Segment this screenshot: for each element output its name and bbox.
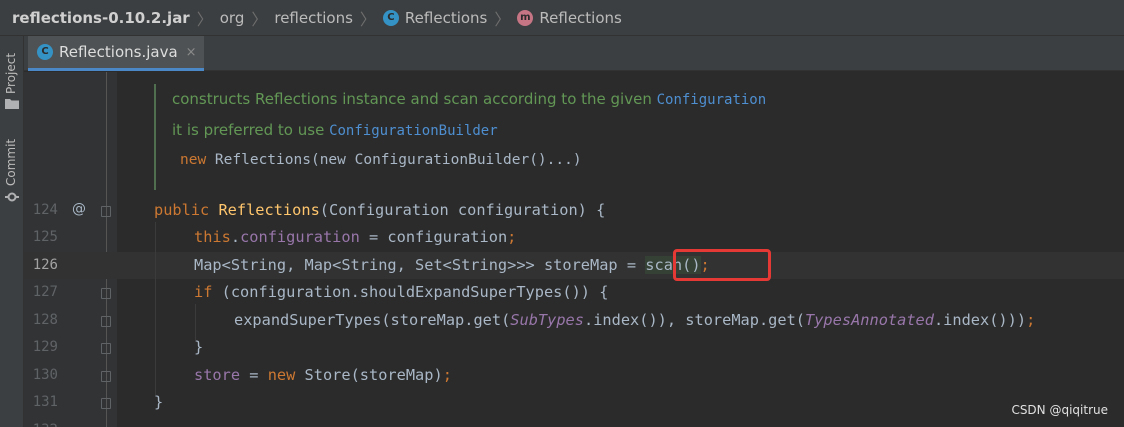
code-line-130: store = new Store(storeMap); [194,366,452,384]
commit-tool-label: Commit [4,138,18,186]
javadoc-text: it is preferred to use [172,121,330,139]
fold-marker-icon[interactable] [101,316,111,327]
commit-icon [5,192,19,202]
tab-label: Reflections.java [59,43,178,61]
code-text: expandSuperTypes(storeMap.get( [234,311,511,329]
line-number: 131 [32,394,58,410]
breadcrumb-item-reflections-pkg[interactable]: reflections [274,9,353,27]
breadcrumb-item-jar[interactable]: reflections-0.10.2.jar [12,9,190,27]
line-number: 132 [24,422,58,427]
breadcrumb-org-label: org [219,8,245,27]
breadcrumb-method-label: Reflections [539,8,622,27]
tool-window-stripe: Project Commit [0,36,24,427]
line-number: 128 [32,312,58,328]
line-number: 130 [32,367,58,383]
javadoc-bar [154,84,156,190]
project-tool-button[interactable]: Project [0,40,24,110]
code-text: = configuration [359,228,508,246]
chevron-right-icon: 〉 [196,9,213,29]
static-field-ref: TypesAnnotated [805,311,934,329]
keyword: new [267,366,305,384]
keyword: this [194,228,231,246]
javadoc-line: it is preferred to use ConfigurationBuil… [172,121,498,139]
breadcrumb: reflections-0.10.2.jar 〉 org 〉 reflectio… [0,0,1124,36]
code-line-126: Map<String, Map<String, Set<String>>> st… [194,256,710,274]
line-number: 124 [32,202,58,218]
code-line-127: if (configuration.shouldExpandSuperTypes… [194,283,608,301]
editor-tab-bar: C Reflections.java × [24,36,1124,71]
code-editor[interactable]: constructs Reflections instance and scan… [24,72,1124,427]
javadoc-text: constructs Reflections instance and scan… [172,90,657,108]
code-text: Map<String, Map<String, Set<String>>> st… [194,256,646,274]
code-text: = [240,366,268,384]
javadoc-code-example: new Reflections(new ConfigurationBuilder… [180,152,582,168]
breadcrumb-item-method[interactable]: m Reflections [517,8,622,27]
chevron-right-icon: 〉 [359,9,376,29]
line-number: 127 [32,284,58,300]
line-number: 129 [32,339,58,355]
javadoc-line: constructs Reflections instance and scan… [172,90,766,108]
code-text: (configuration.shouldExpandSuperTypes())… [221,283,609,301]
project-tool-label: Project [4,52,18,94]
semicolon: ; [442,366,452,384]
line-number: 126 [32,257,58,273]
indent-guide [195,304,196,340]
static-field-ref: SubTypes [510,311,584,329]
breadcrumb-item-org[interactable]: org [220,9,245,27]
keyword: if [194,283,222,301]
class-icon: C [37,44,53,60]
chevron-right-icon: 〉 [251,9,268,29]
code-line-131: } [154,393,164,411]
fold-marker-icon[interactable] [101,206,111,217]
method-icon: m [517,9,534,26]
chevron-right-icon: 〉 [494,9,511,29]
commit-tool-button[interactable]: Commit [0,132,24,208]
tab-reflections-java[interactable]: C Reflections.java × [28,36,204,71]
semicolon: ; [507,228,517,246]
code-text: .index())) [933,311,1027,329]
keyword: public [154,201,219,219]
semicolon: ; [1026,311,1036,329]
indent-guide [155,222,156,397]
breadcrumb-item-class[interactable]: C Reflections [382,8,488,27]
line-number: 125 [32,229,58,245]
fold-marker-icon[interactable] [101,398,111,409]
javadoc-code-text: Reflections(new ConfigurationBuilder()..… [206,152,582,168]
highlight-box [673,249,771,281]
code-line-129: } [194,338,204,356]
close-icon[interactable]: × [186,45,197,60]
code-text: Store(storeMap) [304,366,443,384]
code-line-128: expandSuperTypes(storeMap.get(SubTypes.i… [234,311,1035,329]
override-marker-icon[interactable]: @ [72,201,86,217]
fold-marker-icon[interactable] [101,371,111,382]
javadoc-link-configuration[interactable]: Configuration [657,92,767,108]
fold-marker-icon[interactable] [101,288,111,299]
javadoc-link-configuration-builder[interactable]: ConfigurationBuilder [329,123,498,139]
code-line-124: public Reflections(Configuration configu… [154,201,605,219]
keyword: new [180,152,207,168]
code-text: .index()), storeMap.get( [583,311,806,329]
breadcrumb-class-label: Reflections [404,8,488,27]
class-icon: C [382,9,399,26]
field-ref: store [194,366,241,384]
code-text: . [230,228,241,246]
folder-icon [5,99,19,109]
watermark: CSDN @qiqitrue [1011,403,1108,417]
breadcrumb-jar-label: reflections-0.10.2.jar [12,8,190,27]
breadcrumb-pkg-label: reflections [274,8,353,27]
code-text: (Configuration configuration) { [319,201,606,219]
code-line-125: this.configuration = configuration; [194,228,516,246]
constructor-name: Reflections [218,201,320,219]
field-ref: configuration [240,228,360,246]
fold-marker-icon[interactable] [101,343,111,354]
